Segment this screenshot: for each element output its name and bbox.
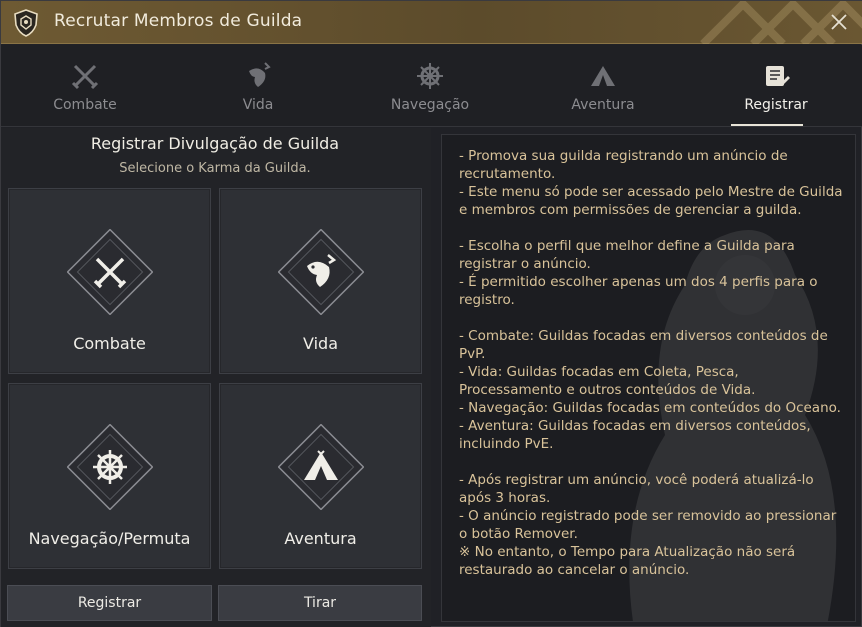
ship-wheel-icon [417, 63, 443, 89]
karma-card-vida[interactable]: Vida [219, 188, 422, 374]
card-label: Vida [303, 334, 338, 353]
tab-navegacao[interactable]: Navegação [370, 45, 490, 127]
recruit-guild-window: Recrutar Membros de Guilda Combate Vida [0, 0, 862, 627]
tent-icon [591, 66, 615, 86]
tab-combate[interactable]: Combate [25, 45, 145, 127]
active-tab-indicator [731, 124, 803, 126]
tab-label: Registrar [744, 97, 808, 113]
crossed-swords-icon [67, 229, 153, 315]
register-panel: Registrar Divulgação de Guilda Selecione… [1, 128, 431, 627]
panel-subtitle: Selecione o Karma da Guilda. [119, 161, 311, 176]
window-title: Recrutar Membros de Guilda [54, 11, 303, 31]
karma-card-combate[interactable]: Combate [8, 188, 211, 374]
tab-label: Vida [242, 97, 274, 113]
ship-wheel-icon [67, 424, 153, 510]
fish-icon [278, 229, 364, 315]
close-icon[interactable] [829, 12, 849, 32]
category-tabs: Combate Vida Navegação Aventura Registra… [1, 45, 862, 127]
tab-registrar[interactable]: Registrar [716, 45, 836, 127]
panel-title: Registrar Divulgação de Guilda [90, 134, 340, 153]
register-button[interactable]: Registrar [7, 585, 212, 621]
info-panel: - Promova sua guilda registrando um anún… [441, 134, 856, 622]
tab-aventura[interactable]: Aventura [543, 45, 663, 127]
karma-card-navegacao[interactable]: Navegação/Permuta [8, 383, 211, 569]
scroll-icon [766, 66, 790, 86]
guild-shield-icon [14, 9, 38, 37]
tab-vida[interactable]: Vida [198, 45, 318, 127]
title-bar: Recrutar Membros de Guilda [1, 1, 862, 44]
tab-label: Combate [53, 97, 117, 113]
tab-label: Aventura [571, 97, 635, 113]
tent-icon [278, 424, 364, 510]
info-text: - Promova sua guilda registrando um anún… [459, 148, 843, 578]
card-label: Combate [73, 334, 146, 353]
crossed-swords-icon [71, 64, 99, 90]
tab-label: Navegação [390, 97, 470, 113]
karma-card-aventura[interactable]: Aventura [219, 383, 422, 569]
fish-icon [249, 62, 271, 87]
card-label: Aventura [284, 529, 357, 548]
remove-button[interactable]: Tirar [218, 585, 422, 621]
card-label: Navegação/Permuta [28, 529, 191, 548]
